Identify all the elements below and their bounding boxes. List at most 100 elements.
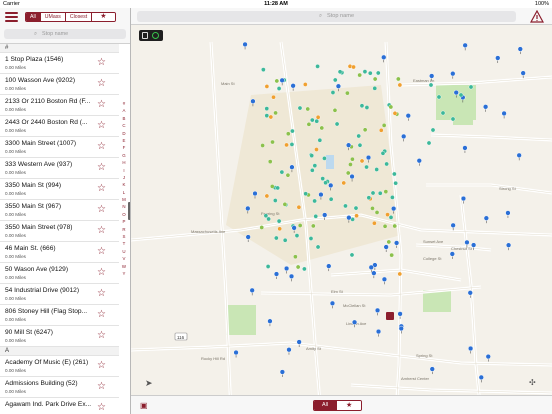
map-canvas[interactable]: Eastman LnStrong StMassachusetts AveFear… xyxy=(131,25,552,414)
bus-stop-marker xyxy=(397,82,403,88)
stop-row[interactable]: Agawam Ind. Park Drive Ex... ☆ xyxy=(0,398,119,414)
favorite-star-icon[interactable]: ☆ xyxy=(97,360,106,371)
stop-row[interactable]: 54 Industrial Drive (9012) 0.00 Miles ☆ xyxy=(0,284,119,305)
bus-stop-marker xyxy=(319,125,325,131)
index-letter[interactable]: T xyxy=(119,240,129,247)
index-letter[interactable]: V xyxy=(119,255,129,262)
bus-stop-marker xyxy=(429,366,435,372)
stop-row[interactable]: 100 Wasson Ave (9202) 0.00 Miles ☆ xyxy=(0,74,119,95)
stop-row[interactable]: 2133 Or 2110 Boston Rd (F... 0.00 Miles ☆ xyxy=(0,95,119,116)
favorite-star-icon[interactable]: ☆ xyxy=(97,204,106,215)
section-index[interactable]: # A B C D E F G H I J K L M N O P R S T U V W Y xyxy=(119,100,129,277)
favorites-star-icon[interactable]: ★ xyxy=(92,13,115,21)
stop-row[interactable]: Academy Of Music (E) (261) 0.00 Miles ☆ xyxy=(0,356,119,377)
index-letter[interactable]: U xyxy=(119,248,129,255)
bus-stop-marker xyxy=(303,191,308,197)
stop-name: Academy Of Music (E) (261) xyxy=(5,359,89,366)
bus-stop-marker xyxy=(341,180,347,186)
park-area xyxy=(423,290,451,312)
map-view[interactable]: Eastman Ln Strong St Massachusetts Ave Fear… xyxy=(131,8,552,414)
stop-row[interactable]: 46 Main St. (666) 0.00 Miles ☆ xyxy=(0,242,119,263)
bus-stop-marker xyxy=(389,252,394,258)
bus-stop-marker xyxy=(334,121,340,127)
favorite-star-icon[interactable]: ☆ xyxy=(97,309,106,320)
favorite-star-icon[interactable]: ☆ xyxy=(97,381,106,392)
bus-status-badge[interactable] xyxy=(139,30,163,41)
index-letter[interactable]: F xyxy=(119,144,129,151)
map-search-input[interactable]: ⌕ Stop name xyxy=(137,11,516,22)
alert-icon[interactable] xyxy=(530,10,544,23)
favorite-star-icon[interactable]: ☆ xyxy=(97,183,106,194)
stop-row[interactable]: 3550 Main Street (978) 0.00 Miles ☆ xyxy=(0,221,119,242)
index-letter[interactable]: R xyxy=(119,226,129,233)
favorite-star-icon[interactable]: ☆ xyxy=(97,246,106,257)
bus-icon[interactable]: ▣ xyxy=(140,401,148,410)
stop-row[interactable]: 333 Western Ave (937) 0.00 Miles ☆ xyxy=(0,158,119,179)
bus-stop-marker xyxy=(245,205,251,212)
index-letter[interactable]: J xyxy=(119,174,129,181)
stop-distance: 0.00 Miles xyxy=(5,254,26,259)
bus-stop-marker xyxy=(266,216,271,222)
index-letter[interactable]: H xyxy=(119,159,129,166)
favorite-star-icon[interactable]: ☆ xyxy=(97,162,106,173)
favorite-star-icon[interactable]: ☆ xyxy=(97,120,106,131)
index-letter[interactable]: Y xyxy=(119,270,129,277)
index-letter[interactable]: S xyxy=(119,233,129,240)
favorite-star-icon[interactable]: ☆ xyxy=(97,288,106,299)
bottom-toolbar: ▣ All ★ xyxy=(131,395,552,414)
menu-icon[interactable] xyxy=(5,12,18,22)
tab-closest[interactable]: Closest xyxy=(65,13,93,21)
favorite-star-icon[interactable]: ☆ xyxy=(97,267,106,278)
tab-umass[interactable]: UMass xyxy=(40,13,66,21)
bus-stop-marker xyxy=(372,220,377,226)
bottom-tab-all[interactable]: All xyxy=(314,401,336,410)
index-letter[interactable]: K xyxy=(119,181,129,188)
bus-stop-marker xyxy=(348,162,353,167)
bus-stop-marker xyxy=(328,182,334,189)
index-letter[interactable]: A xyxy=(119,107,129,114)
index-letter[interactable]: L xyxy=(119,189,129,196)
stop-row[interactable]: 90 Mill St (6247) 0.00 Miles ☆ xyxy=(0,326,119,347)
location-arrow-icon[interactable]: ➤ xyxy=(145,378,153,389)
battery-label: 100% xyxy=(534,1,549,7)
stop-row[interactable]: 3550 Main St (967) 0.00 Miles ☆ xyxy=(0,200,119,221)
index-letter[interactable]: B xyxy=(119,115,129,122)
stop-row[interactable]: 806 Stoney Hill (Flag Stop... 0.00 Miles ☆ xyxy=(0,305,119,326)
tab-all[interactable]: All xyxy=(26,13,41,21)
index-letter[interactable]: E xyxy=(119,137,129,144)
index-letter[interactable]: G xyxy=(119,152,129,159)
bus-stop-marker xyxy=(289,142,295,147)
favorite-star-icon[interactable]: ☆ xyxy=(97,141,106,152)
index-letter[interactable]: C xyxy=(119,122,129,129)
bus-stop-marker xyxy=(345,142,352,148)
index-letter[interactable]: W xyxy=(119,263,129,270)
section-header: # xyxy=(0,44,119,53)
bus-stop-marker xyxy=(286,347,292,353)
stop-row[interactable]: 3350 Main St (994) 0.00 Miles ☆ xyxy=(0,179,119,200)
stop-row[interactable]: 3300 Main Street (1007) 0.00 Miles ☆ xyxy=(0,137,119,158)
bus-stop-marker xyxy=(283,265,290,272)
favorite-star-icon[interactable]: ☆ xyxy=(97,78,106,89)
favorite-star-icon[interactable]: ☆ xyxy=(97,225,106,236)
stop-row[interactable]: 1 Stop Plaza (1546) 0.00 Miles ☆ xyxy=(0,53,119,74)
stop-row[interactable]: 2443 Or 2440 Boston Rd (... 0.00 Miles ☆ xyxy=(0,116,119,137)
favorite-star-icon[interactable]: ☆ xyxy=(97,99,106,110)
favorite-star-icon[interactable]: ☆ xyxy=(97,57,106,68)
stop-name: Admissions Building (52) xyxy=(5,380,78,387)
bus-stop-marker xyxy=(294,233,300,238)
bus-stop-marker xyxy=(303,82,308,87)
bus-stop-marker xyxy=(362,127,368,133)
bottom-favorites-star-icon[interactable]: ★ xyxy=(336,401,362,410)
favorite-star-icon[interactable]: ☆ xyxy=(97,330,106,341)
stop-row[interactable]: 50 Wason Ave (9129) 0.00 Miles ☆ xyxy=(0,263,119,284)
stop-row[interactable]: Admissions Building (52) 0.00 Miles ☆ xyxy=(0,377,119,398)
index-letter[interactable]: D xyxy=(119,130,129,137)
compass-icon[interactable]: ✣ xyxy=(529,378,536,387)
stop-search-input[interactable]: ⌕ Stop name xyxy=(4,29,126,39)
favorite-star-icon[interactable]: ☆ xyxy=(97,402,106,413)
bus-stop-marker xyxy=(359,158,365,164)
index-letter[interactable]: I xyxy=(119,167,129,174)
index-letter[interactable]: # xyxy=(119,100,129,107)
stop-name: 3350 Main St (994) xyxy=(5,182,62,189)
search-icon: ⌕ xyxy=(319,13,323,19)
